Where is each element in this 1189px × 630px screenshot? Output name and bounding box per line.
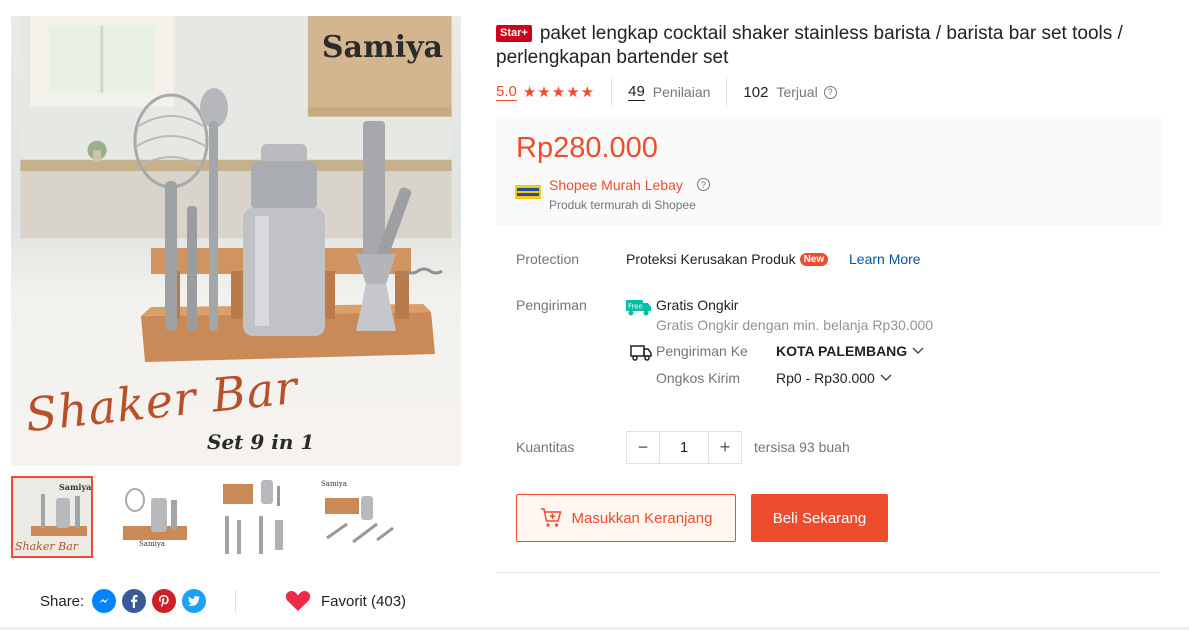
increase-quantity-button[interactable]: + [709, 432, 741, 463]
heart-icon [285, 591, 311, 611]
add-to-cart-label: Masukkan Keranjang [571, 509, 713, 527]
thumbnail-3-image [215, 476, 297, 558]
thumbnail-1-brand: Samiya [59, 482, 91, 492]
thumbnail-1-image: Samiya Shaker Bar [11, 476, 93, 558]
pinterest-icon[interactable] [152, 589, 177, 613]
buy-now-button[interactable]: Beli Sekarang [751, 494, 888, 542]
favorite-button[interactable]: Favorit (403) [285, 586, 406, 616]
rating-stars-icon: ★★★★★ [522, 84, 596, 101]
thumbnail-strip: Samiya Shaker Bar Samiya Samiya [11, 476, 399, 558]
thumbnail-3[interactable] [215, 476, 297, 558]
shipping-cost: Rp0 - Rp30.000 [776, 370, 875, 386]
shopee-murah-lebay-logo-icon [515, 185, 541, 199]
truck-icon [630, 345, 652, 361]
stock-remaining: tersisa 93 buah [754, 439, 850, 455]
shipping-destination-dropdown[interactable]: KOTA PALEMBANG [776, 343, 924, 359]
section-divider [496, 572, 1160, 573]
protection-text: Proteksi Kerusakan Produk [626, 251, 796, 267]
product-title-text: paket lengkap cocktail shaker stainless … [496, 23, 1123, 68]
free-shipping-icon: Free [626, 300, 651, 316]
price-section: Rp280.000 Shopee Murah Lebay ? Produk te… [496, 116, 1162, 226]
star-plus-badge: Star+ [496, 25, 532, 42]
sold-count: 102 [743, 83, 769, 101]
product-title: Star+ paket lengkap cocktail shaker stain… [496, 22, 1176, 70]
rating-summary[interactable]: 5.0 ★★★★★ [496, 83, 595, 101]
thumbnail-2-image: Samiya [113, 476, 195, 558]
thumbnail-1[interactable]: Samiya Shaker Bar [11, 476, 93, 558]
add-to-cart-icon [540, 508, 562, 527]
reviews-label: Penilaian [652, 84, 711, 100]
shipping-cost-dropdown[interactable]: Rp0 - Rp30.000 [776, 370, 892, 386]
thumbnail-1-script: Shaker Bar [15, 540, 79, 553]
reviews-count[interactable]: 49 [628, 83, 645, 101]
thumbnail-4-brand: Samiya [321, 480, 347, 488]
share-label: Share: [40, 592, 85, 610]
product-stats: 5.0 ★★★★★ 49 Penilaian 102 Terjual ? [496, 79, 837, 105]
messenger-icon[interactable] [92, 589, 117, 613]
twitter-icon[interactable] [182, 589, 207, 613]
shipping-destination: KOTA PALEMBANG [776, 343, 908, 359]
rating-value: 5.0 [496, 83, 517, 101]
free-shipping-title: Gratis Ongkir [656, 297, 739, 313]
facebook-icon[interactable] [122, 589, 147, 613]
chevron-down-icon [880, 374, 892, 381]
thumbnail-2[interactable]: Samiya [113, 476, 195, 558]
share-row: Share: [40, 586, 212, 616]
add-to-cart-button[interactable]: Masukkan Keranjang [516, 494, 736, 542]
new-badge: New [799, 252, 829, 266]
product-price: Rp280.000 [516, 132, 658, 164]
promo-help-icon[interactable]: ? [697, 178, 710, 191]
shipping-cost-label: Ongkos Kirim [656, 370, 741, 386]
quantity-label: Kuantitas [516, 439, 575, 455]
stats-divider [726, 79, 728, 105]
stats-divider [611, 79, 613, 105]
free-badge-text: Free [628, 303, 643, 311]
share-divider [235, 590, 236, 612]
brand-watermark: Samiya [321, 30, 443, 65]
protection-label: Protection [516, 251, 580, 267]
thumbnail-4-image: Samiya [317, 476, 399, 558]
decrease-quantity-button[interactable]: − [627, 432, 659, 463]
shipping-label: Pengiriman [516, 297, 587, 313]
favorite-label: Favorit (403) [321, 592, 407, 610]
protection-info: Proteksi Kerusakan Produk New [626, 251, 829, 267]
buy-now-label: Beli Sekarang [772, 509, 867, 527]
thumbnail-4[interactable]: Samiya [317, 476, 399, 558]
promo-name[interactable]: Shopee Murah Lebay [549, 177, 683, 193]
thumbnail-2-brand: Samiya [139, 540, 165, 548]
learn-more-link[interactable]: Learn More [849, 251, 921, 267]
product-set-caption: Set 9 in 1 [207, 430, 315, 454]
quantity-stepper: − 1 + [626, 431, 742, 464]
promo-subtitle: Produk termurah di Shopee [549, 198, 696, 212]
sold-label: Terjual [776, 84, 818, 100]
main-product-image[interactable]: Samiya Shaker Bar Set 9 in 1 [11, 16, 461, 466]
free-shipping-subtitle: Gratis Ongkir dengan min. belanja Rp30.0… [656, 317, 934, 333]
help-icon[interactable]: ? [823, 85, 837, 99]
shipping-to-label: Pengiriman Ke [656, 343, 748, 359]
quantity-input[interactable]: 1 [659, 432, 709, 463]
chevron-down-icon [912, 347, 924, 354]
